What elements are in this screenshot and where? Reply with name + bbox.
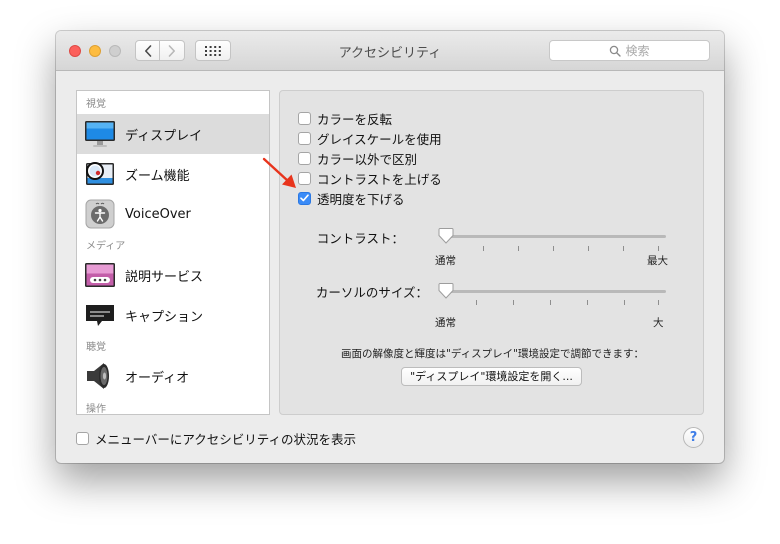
slider-tick	[587, 300, 588, 305]
option-label: カラーを反転	[317, 111, 393, 127]
search-placeholder: 検索	[625, 44, 650, 58]
option-differentiate-without-color[interactable]: カラー以外で区別	[298, 150, 418, 167]
slider-tick	[518, 246, 519, 251]
display-prefs-note: 画面の解像度と輝度は"ディスプレイ"環境設定で調節できます：	[341, 348, 644, 360]
zoom-icon	[84, 158, 116, 190]
slider-knob[interactable]	[438, 282, 454, 300]
captions-icon	[84, 299, 116, 331]
sidebar-item-descriptions[interactable]: 説明サービス	[77, 255, 269, 295]
search-icon	[610, 45, 622, 57]
option-label: 透明度を下げる	[317, 191, 405, 207]
slider-tick	[658, 300, 659, 305]
contrast-slider-label: コントラスト：	[316, 231, 404, 246]
sidebar-item-label: 説明サービス	[125, 269, 204, 285]
display-settings-panel: カラーを反転 グレイスケールを使用 カラー以外で区別 コントラストを上げる 透明…	[279, 90, 704, 415]
contrast-min-label: 通常	[435, 255, 456, 267]
close-button[interactable]	[69, 45, 81, 57]
slider-tick	[513, 300, 514, 305]
checkbox[interactable]	[298, 111, 311, 125]
sidebar-item-voiceover[interactable]: VoiceOver	[77, 194, 269, 234]
grid-icon	[205, 45, 221, 56]
option-label: グレイスケールを使用	[317, 131, 442, 147]
slider-tick	[623, 246, 624, 251]
slider-knob[interactable]	[438, 227, 454, 245]
checkbox[interactable]	[298, 131, 311, 145]
speaker-icon	[84, 360, 116, 392]
option-invert-colors[interactable]: カラーを反転	[298, 110, 393, 127]
open-display-prefs-button[interactable]: "ディスプレイ"環境設定を開く...	[401, 367, 582, 386]
sidebar-item-label: ディスプレイ	[125, 128, 203, 144]
minimize-button[interactable]	[89, 45, 101, 57]
search-input[interactable]: 検索	[549, 40, 710, 61]
sidebar-item-label: VoiceOver	[125, 206, 191, 222]
sidebar-item-label: ズーム機能	[125, 168, 190, 184]
contrast-max-label: 最大	[647, 255, 668, 267]
slider-tick	[483, 246, 484, 251]
slider-tick	[658, 246, 659, 251]
checkbox[interactable]	[76, 431, 89, 445]
chevron-left-icon	[144, 44, 151, 57]
titlebar: アクセシビリティ 検索	[56, 31, 724, 71]
sidebar-item-captions[interactable]: キャプション	[77, 295, 269, 335]
option-grayscale[interactable]: グレイスケールを使用	[298, 130, 442, 147]
option-label: カラー以外で区別	[317, 151, 418, 167]
forward-button[interactable]	[160, 40, 185, 61]
descriptions-icon	[84, 259, 116, 291]
zoom-button[interactable]	[109, 45, 121, 57]
slider-tick	[550, 300, 551, 305]
sidebar-item-label: キャプション	[125, 309, 204, 325]
cursor-size-slider-label: カーソルのサイズ：	[315, 285, 428, 300]
slider-track	[440, 290, 666, 293]
section-header-vision: 視覚	[86, 99, 106, 110]
show-all-button[interactable]	[195, 40, 231, 61]
sidebar-item-audio[interactable]: オーディオ	[77, 356, 269, 396]
sidebar-item-zoom[interactable]: ズーム機能	[77, 154, 269, 194]
sidebar-item-label: オーディオ	[125, 370, 190, 386]
slider-tick	[476, 300, 477, 305]
chevron-right-icon	[168, 44, 175, 57]
annotation-arrow-icon	[262, 157, 296, 188]
menubar-status-option[interactable]: メニューバーにアクセシビリティの状況を表示	[76, 430, 357, 447]
slider-tick	[624, 300, 625, 305]
section-header-interaction: 操作	[86, 404, 106, 415]
checkmark-icon	[300, 194, 309, 202]
slider-tick	[588, 246, 589, 251]
option-label: メニューバーにアクセシビリティの状況を表示	[95, 431, 357, 447]
option-increase-contrast[interactable]: コントラストを上げる	[298, 170, 442, 187]
help-button[interactable]: ?	[683, 427, 704, 448]
option-label: コントラストを上げる	[317, 171, 442, 187]
display-icon	[84, 118, 116, 150]
back-button[interactable]	[135, 40, 160, 61]
cursor-size-max-label: 大	[653, 317, 664, 329]
sidebar-item-display[interactable]: ディスプレイ	[77, 114, 269, 154]
option-reduce-transparency[interactable]: 透明度を下げる	[298, 190, 405, 207]
slider-tick	[553, 246, 554, 251]
section-header-media: メディア	[86, 241, 126, 252]
slider-track	[440, 235, 666, 238]
sidebar: 視覚 ディスプレイ ズーム機能 VoiceOver メディア 説明サービス キャ…	[76, 90, 270, 415]
cursor-size-min-label: 通常	[435, 317, 456, 329]
voiceover-icon	[84, 198, 116, 230]
checkbox-checked[interactable]	[298, 191, 311, 205]
window-title: アクセシビリティ	[338, 46, 442, 61]
preferences-window: アクセシビリティ 検索 視覚 ディスプレイ ズーム機能 VoiceOver メデ…	[56, 31, 724, 463]
section-header-hearing: 聴覚	[86, 342, 106, 353]
